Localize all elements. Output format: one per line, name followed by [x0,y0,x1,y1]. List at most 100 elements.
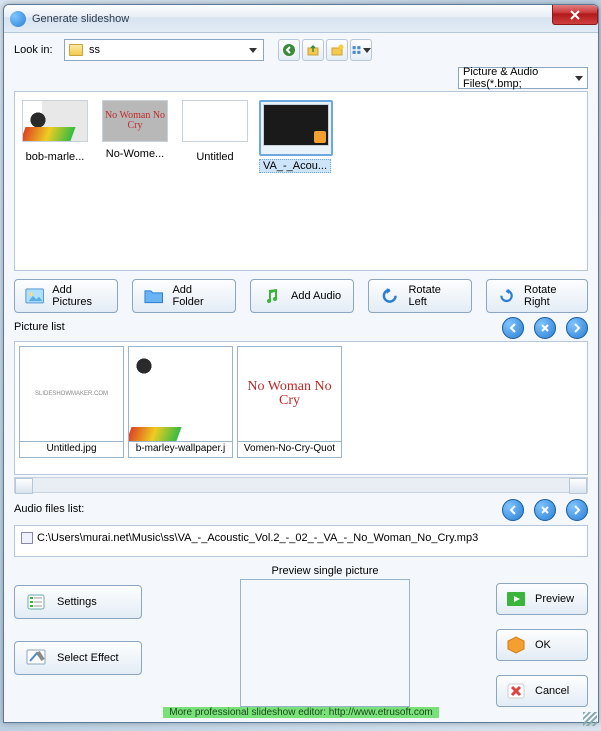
preview-box [240,579,410,707]
filter-value: Picture & Audio Files(*.bmp; [463,66,575,90]
rotate-left-icon [379,287,400,305]
lookin-dropdown-arrow[interactable] [245,41,261,59]
button-label: Select Effect [57,652,119,664]
action-toolbar: Add Pictures Add Folder Add Audio Rotate… [14,279,588,313]
picture-name: b-marley-wallpaper.j [129,441,232,457]
ok-button[interactable]: OK [496,629,588,661]
dialog-body: Look in: ss Picture & Audio Files(*.bmp; [4,33,598,722]
nav-newfolder-button[interactable] [326,39,348,61]
button-label: OK [535,639,551,651]
file-name: VA_-_Acou... [259,159,331,173]
piclist-prev-button[interactable] [502,317,524,339]
rotate-left-button[interactable]: Rotate Left [368,279,472,313]
picture-list[interactable]: SLIDESHOWMAKER.COM Untitled.jpg b-marley… [14,341,588,475]
resize-grip[interactable] [583,712,597,726]
folder-icon [69,44,83,56]
add-pictures-button[interactable]: Add Pictures [14,279,118,313]
add-audio-button[interactable]: Add Audio [250,279,354,313]
window-title: Generate slideshow [32,13,129,25]
arrow-left-icon [507,322,519,334]
file-name: No-Wome... [99,148,171,160]
picture-name: Vomen-No-Cry-Quot [238,441,341,457]
picture-thumbnail: No Woman No Cry [238,347,341,441]
thumbnail [182,100,248,142]
file-item-selected[interactable]: VA_-_Acou... [259,100,331,173]
arrow-left-icon [507,504,519,516]
close-button[interactable] [552,5,598,25]
x-icon [539,322,551,334]
lookin-label: Look in: [14,44,58,56]
music-icon [261,287,283,305]
preview-label: Preview single picture [184,565,466,577]
chevron-down-icon [363,48,371,53]
settings-icon [25,592,47,612]
button-label: Rotate Right [524,284,577,308]
audio-list-controls [14,499,588,521]
nav-toolbar [278,39,372,61]
folder-up-icon [306,43,320,57]
cancel-icon [505,681,527,701]
file-item[interactable]: Untitled [179,100,251,163]
picture-item[interactable]: No Woman No Cry Vomen-No-Cry-Quot [237,346,342,458]
add-folder-button[interactable]: Add Folder [132,279,236,313]
thumbnail: No Woman No Cry [102,100,168,142]
piclist-remove-button[interactable] [534,317,556,339]
chevron-down-icon [249,48,257,53]
picture-thumbnail [129,347,232,441]
file-name: bob-marle... [19,151,91,163]
arrow-right-icon [571,322,583,334]
nav-viewmode-button[interactable] [350,39,372,61]
filter-row: Picture & Audio Files(*.bmp; [14,67,588,89]
audiolist-next-button[interactable] [566,499,588,521]
ok-icon [505,635,527,655]
file-name: Untitled [179,151,251,163]
audiolist-remove-button[interactable] [534,499,556,521]
cancel-button[interactable]: Cancel [496,675,588,707]
picture-list-scrollbar[interactable] [14,477,588,493]
lookin-combo[interactable]: ss [64,39,264,61]
arrow-right-icon [571,504,583,516]
rotate-right-icon [497,287,516,305]
pictures-icon [25,287,44,305]
close-icon [570,10,580,20]
picture-item[interactable]: SLIDESHOWMAKER.COM Untitled.jpg [19,346,124,458]
chevron-down-icon [575,76,583,81]
select-effect-button[interactable]: Select Effect [14,641,142,675]
button-label: Add Folder [172,284,225,308]
picture-item[interactable]: b-marley-wallpaper.j [128,346,233,458]
nav-up-button[interactable] [302,39,324,61]
button-label: Add Pictures [52,284,107,308]
lookin-value: ss [89,44,100,56]
footer-link[interactable]: More professional slideshow editor: http… [163,707,438,718]
bottom-right-buttons: Preview OK Cancel [476,565,588,707]
picture-thumbnail: SLIDESHOWMAKER.COM [20,347,123,441]
file-item[interactable]: bob-marle... [19,100,91,163]
audio-item[interactable]: C:\Users\murai.net\Music\ss\VA_-_Acousti… [21,532,581,544]
preview-button[interactable]: Preview [496,583,588,615]
folder-icon [143,287,164,305]
preview-icon [505,589,527,609]
settings-button[interactable]: Settings [14,585,142,619]
new-folder-icon [330,43,344,57]
picture-name: Untitled.jpg [20,441,123,457]
view-mode-icon [351,43,362,57]
rotate-right-button[interactable]: Rotate Right [486,279,588,313]
nav-back-button[interactable] [278,39,300,61]
file-item[interactable]: No Woman No Cry No-Wome... [99,100,171,160]
file-browser[interactable]: bob-marle... No Woman No Cry No-Wome... … [14,91,588,271]
back-icon [282,43,296,57]
thumbnail [263,104,329,146]
preview-panel: Preview single picture [184,565,466,707]
button-label: Cancel [535,685,569,697]
app-icon [10,11,26,27]
button-label: Settings [57,596,97,608]
bottom-panel: Settings Select Effect Preview single pi… [14,565,588,707]
audiolist-prev-button[interactable] [502,499,524,521]
filetype-filter-combo[interactable]: Picture & Audio Files(*.bmp; [458,67,588,89]
button-label: Rotate Left [408,284,461,308]
audio-file-icon [21,532,33,544]
audio-files-list[interactable]: C:\Users\murai.net\Music\ss\VA_-_Acousti… [14,525,588,557]
button-label: Preview [535,593,574,605]
picture-list-controls [14,317,588,339]
piclist-next-button[interactable] [566,317,588,339]
